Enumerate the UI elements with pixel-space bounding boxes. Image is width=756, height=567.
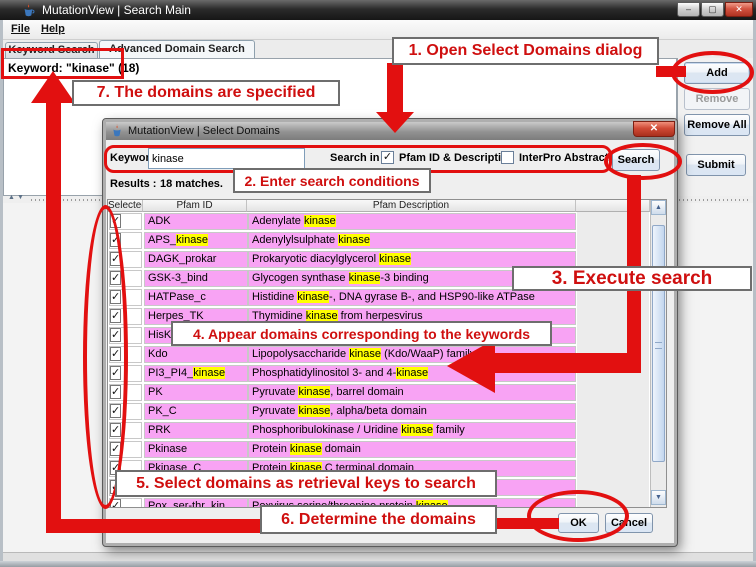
dialog-title: MutationView | Select Domains <box>128 122 280 140</box>
statusbar <box>3 553 753 561</box>
annotation-step1: 1. Open Select Domains dialog <box>392 37 659 65</box>
search-button-circle <box>604 143 682 180</box>
scroll-down-icon[interactable]: ▼ <box>651 490 666 505</box>
table-row[interactable]: ✓ADKAdenylate kinase <box>108 212 650 231</box>
table-row[interactable]: ✓APS_kinaseAdenylylsulphate kinase <box>108 231 650 250</box>
annotation-step2: 2. Enter search conditions <box>233 168 431 193</box>
pfam-desc-cell: Phosphoribulokinase / Uridine kinase fam… <box>248 422 576 439</box>
window-border-left <box>0 20 3 567</box>
header-pfam-description[interactable]: Pfam Description <box>247 200 576 212</box>
pfam-id-cell: PI3_PI4_kinase <box>144 365 248 382</box>
pfam-id-cell: PRK <box>144 422 248 439</box>
split-collapse-up-icon[interactable]: ▲ <box>8 194 15 201</box>
pfam-id-cell: GSK-3_bind <box>144 270 248 287</box>
step1-arrowhead-down <box>376 112 414 133</box>
row-filler <box>577 459 649 478</box>
pfam-id-cell: PK_C <box>144 403 248 420</box>
selected-column-circle <box>83 205 128 509</box>
scrollbar-thumb[interactable] <box>652 225 665 462</box>
pfam-desc-cell: Pyruvate kinase, barrel domain <box>248 384 576 401</box>
row-filler <box>577 402 649 421</box>
pfam-desc-cell: Adenylylsulphate kinase <box>248 232 576 249</box>
row-filler <box>577 383 649 402</box>
pfam-id-cell: ADK <box>144 213 248 230</box>
pfam-desc-cell: Protein kinase domain <box>248 441 576 458</box>
table-row[interactable]: ✓PKPyruvate kinase, barrel domain <box>108 383 650 402</box>
screenshot-root: MutationView | Search Main – ▢ ✕ File He… <box>0 0 756 567</box>
add-button-circle <box>671 51 754 94</box>
keyword-item-highlight-rect <box>1 48 124 79</box>
remove-all-button[interactable]: Remove All <box>684 114 750 136</box>
dialog-close-icon[interactable]: ✕ <box>633 121 675 137</box>
step4-arrow-horizontal <box>494 353 641 373</box>
step6-arrow-horizontal <box>46 519 260 533</box>
header-pfam-id[interactable]: Pfam ID <box>143 200 247 212</box>
annotation-step6: 6. Determine the domains <box>260 505 497 534</box>
menu-help[interactable]: Help <box>41 23 65 35</box>
pfam-id-cell: Kdo <box>144 346 248 363</box>
results-label: Results : <box>110 178 156 190</box>
submit-button[interactable]: Submit <box>686 154 746 176</box>
pfam-id-cell: PK <box>144 384 248 401</box>
window-border-bottom <box>0 561 756 567</box>
table-row[interactable]: ✓PRKPhosphoribulokinase / Uridine kinase… <box>108 421 650 440</box>
annotation-step7: 7. The domains are specified <box>72 80 340 106</box>
main-titlebar: MutationView | Search Main – ▢ ✕ <box>0 0 756 20</box>
pfam-id-cell: Pkinase <box>144 441 248 458</box>
menu-file[interactable]: File <box>11 23 30 35</box>
step4-arrowhead-left <box>447 339 495 393</box>
row-filler <box>577 440 649 459</box>
annotation-step3: 3. Execute search <box>512 266 752 291</box>
step1-arrow-shaft <box>387 63 403 113</box>
row-checkbox[interactable]: ✓ <box>109 498 142 507</box>
row-filler <box>577 421 649 440</box>
step7-arrow-vertical <box>46 103 61 533</box>
minimize-button[interactable]: – <box>677 2 700 17</box>
annotation-step4: 4. Appear domains corresponding to the k… <box>171 321 552 346</box>
ok-button-circle <box>527 490 629 542</box>
java-icon <box>22 3 36 17</box>
pfam-desc-cell: Adenylate kinase <box>248 213 576 230</box>
java-icon <box>111 124 125 138</box>
annotation-step5: 5. Select domains as retrieval keys to s… <box>115 470 497 497</box>
table-row[interactable]: ✓PkinaseProtein kinase domain <box>108 440 650 459</box>
window-title: MutationView | Search Main <box>42 0 191 20</box>
table-scrollbar[interactable]: ▲ ▼ <box>650 200 666 507</box>
maximize-button[interactable]: ▢ <box>701 2 724 17</box>
pfam-id-cell: APS_kinase <box>144 232 248 249</box>
table-header: Selected Pfam ID Pfam Description <box>108 200 650 212</box>
pfam-id-cell: Pox_ser-thr_kin <box>144 498 248 507</box>
header-selected[interactable]: Selected <box>108 200 143 212</box>
table-row[interactable]: ✓PK_CPyruvate kinase, alpha/beta domain <box>108 402 650 421</box>
close-icon[interactable]: ✕ <box>725 2 753 17</box>
pfam-id-cell: HATPase_c <box>144 289 248 306</box>
results-count: 18 matches. <box>160 178 223 190</box>
scroll-up-icon[interactable]: ▲ <box>651 200 666 215</box>
pfam-desc-cell: Histidine kinase-, DNA gyrase B-, and HS… <box>248 289 576 306</box>
pfam-desc-cell: Pyruvate kinase, alpha/beta domain <box>248 403 576 420</box>
pfam-id-cell: DAGK_prokar <box>144 251 248 268</box>
split-collapse-down-icon[interactable]: ▼ <box>17 194 24 201</box>
